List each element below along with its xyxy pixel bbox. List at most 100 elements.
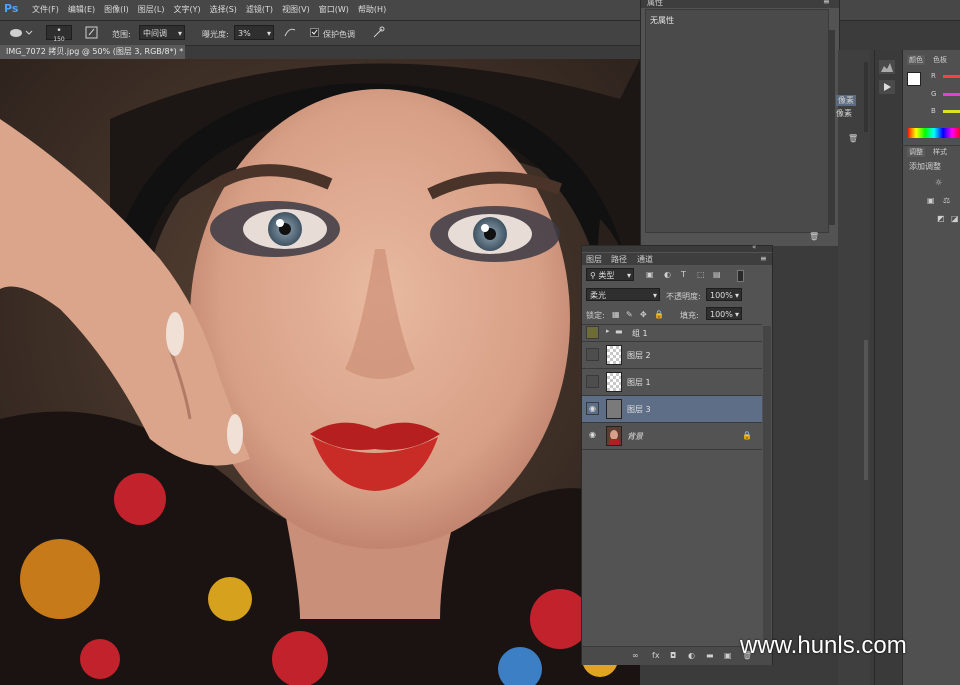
brush-panel-icon[interactable] [84, 25, 100, 40]
invert-icon[interactable]: ◩ [937, 214, 945, 223]
exposure-input[interactable]: 3% ▾ [234, 25, 274, 40]
visibility-toggle[interactable] [586, 326, 599, 339]
folder-icon[interactable]: ▬ [706, 651, 714, 660]
dodge-tool-icon[interactable] [8, 25, 33, 40]
threshold-icon[interactable]: ◪ [951, 214, 959, 223]
tab-color[interactable]: 颜色 [907, 55, 925, 65]
exposure-icon[interactable]: ▣ [927, 196, 935, 205]
eye-icon[interactable]: ◉ [586, 429, 599, 442]
fx-icon[interactable]: fx [652, 651, 660, 660]
panel-menu-icon[interactable]: ≡ [760, 254, 767, 263]
protect-tones-checkbox[interactable] [310, 25, 320, 40]
tab-layers[interactable]: 图层 [586, 254, 602, 265]
lock-position-icon[interactable]: ✥ [640, 310, 647, 319]
tab-adjustments[interactable]: 调整 [907, 147, 925, 157]
blend-mode-select[interactable]: 柔光 ▾ [586, 288, 660, 301]
menu-view[interactable]: 视图(V) [282, 4, 310, 15]
new-layer-icon[interactable]: ▣ [724, 651, 732, 660]
red-slider[interactable] [943, 75, 960, 78]
visibility-toggle[interactable] [586, 375, 599, 388]
document-tab[interactable]: IMG_7072 拷贝.jpg @ 50% (图层 3, RGB/8*) * [0, 45, 185, 59]
mid-scrollbar[interactable] [864, 62, 868, 132]
filter-smart-icon[interactable]: ▤ [713, 270, 721, 279]
menu-image[interactable]: 图像(I) [104, 4, 129, 15]
foreground-color[interactable] [907, 72, 921, 86]
lock-transparent-icon[interactable]: ▦ [612, 310, 620, 319]
filter-shape-icon[interactable]: ⬚ [697, 270, 705, 279]
properties-title: 属性 [647, 0, 663, 7]
layer-row-selected[interactable]: ◉ 图层 3 [582, 396, 762, 422]
filter-adjustment-icon[interactable]: ◐ [664, 270, 671, 279]
range-label: 范围: [112, 30, 131, 39]
menu-items: 文件(F) 编辑(E) 图像(I) 图层(L) 文字(Y) 选择(S) 滤镜(T… [32, 4, 386, 15]
play-icon[interactable] [879, 80, 895, 94]
visibility-toggle[interactable] [586, 348, 599, 361]
menu-type[interactable]: 文字(Y) [173, 4, 200, 15]
trash-icon[interactable]: 🗑 [848, 134, 858, 143]
mid-panel-item[interactable]: 像素 [836, 108, 852, 119]
green-slider[interactable] [943, 93, 960, 96]
brightness-icon[interactable]: ☼ [935, 178, 942, 187]
layers-panel-grip[interactable]: « [582, 243, 772, 252]
pressure-icon[interactable] [370, 25, 386, 40]
watermark: www.hunls.com [740, 632, 907, 659]
properties-scrollbar[interactable] [829, 30, 835, 225]
tab-paths[interactable]: 路径 [611, 254, 627, 265]
chevron-down-icon: ▾ [652, 291, 657, 300]
layer-row[interactable]: 图层 1 [582, 369, 762, 395]
fill-input[interactable]: 100% ▾ [706, 307, 742, 320]
trash-icon[interactable]: 🗑 [809, 232, 819, 241]
panel-menu-icon[interactable]: ≡ [823, 0, 830, 6]
chevron-down-icon: ▾ [266, 29, 271, 38]
histogram-icon[interactable] [879, 60, 895, 74]
layer-row-group[interactable]: ▸ ▬ 组 1 [582, 325, 762, 341]
layer-row[interactable]: 图层 2 [582, 342, 762, 368]
filter-toggle[interactable] [737, 270, 744, 282]
channel-r-label: R [931, 72, 936, 80]
airbrush-icon[interactable] [282, 25, 298, 40]
layer-thumbnail [606, 345, 622, 365]
divider [582, 449, 762, 450]
opacity-input[interactable]: 100% ▾ [706, 288, 742, 301]
adjustment-icon[interactable]: ◐ [688, 651, 695, 660]
chevron-down-icon: ▾ [626, 271, 631, 280]
collapse-icon[interactable]: « [752, 243, 756, 251]
brush-preset-picker[interactable]: • 150 [46, 25, 72, 43]
properties-header: 属性 ≡ [641, 0, 839, 8]
layer-name: 图层 3 [627, 405, 651, 414]
range-value: 中间调 [143, 29, 167, 38]
panel-icon-column [874, 50, 901, 685]
layers-scrollbar[interactable] [763, 326, 771, 646]
exposure-value: 3% [238, 29, 251, 38]
mask-icon[interactable]: ◘ [670, 651, 676, 660]
canvas[interactable] [0, 59, 640, 685]
tab-swatches[interactable]: 色板 [933, 55, 947, 65]
filter-type-icon[interactable]: T [681, 270, 686, 279]
lock-all-icon[interactable]: 🔒 [654, 310, 664, 319]
blue-slider[interactable] [943, 110, 960, 113]
mid-panel-item[interactable]: 像素 [836, 95, 856, 106]
link-icon[interactable]: ∞ [632, 651, 639, 660]
menu-select[interactable]: 选择(S) [210, 4, 237, 15]
menu-filter[interactable]: 滤镜(T) [246, 4, 273, 15]
filter-kind: 类型 [598, 271, 615, 280]
menu-file[interactable]: 文件(F) [32, 4, 59, 15]
eye-icon[interactable]: ◉ [586, 402, 599, 415]
tab-channels[interactable]: 通道 [637, 254, 653, 265]
layer-row-background[interactable]: ◉ 背景 🔒 [582, 423, 762, 449]
canvas-scrollbar[interactable] [864, 340, 868, 480]
menu-help[interactable]: 帮助(H) [358, 4, 386, 15]
expand-arrow-icon[interactable]: ▸ [606, 327, 610, 335]
menu-window[interactable]: 窗口(W) [319, 4, 349, 15]
tab-styles[interactable]: 样式 [933, 147, 947, 157]
layer-filter-select[interactable]: ⚲ 类型 ▾ [586, 268, 634, 281]
lock-brush-icon[interactable]: ✎ [626, 310, 633, 319]
balance-icon[interactable]: ⚖ [943, 196, 950, 205]
side-panel-column: 像素 像素 🗑 [836, 50, 870, 685]
filter-pixel-icon[interactable]: ▣ [646, 270, 654, 279]
range-select[interactable]: 中间调 ▾ [139, 25, 185, 40]
layer-name: 图层 2 [627, 351, 651, 360]
color-spectrum[interactable] [907, 128, 960, 138]
menu-edit[interactable]: 编辑(E) [68, 4, 95, 15]
menu-layer[interactable]: 图层(L) [138, 4, 165, 15]
